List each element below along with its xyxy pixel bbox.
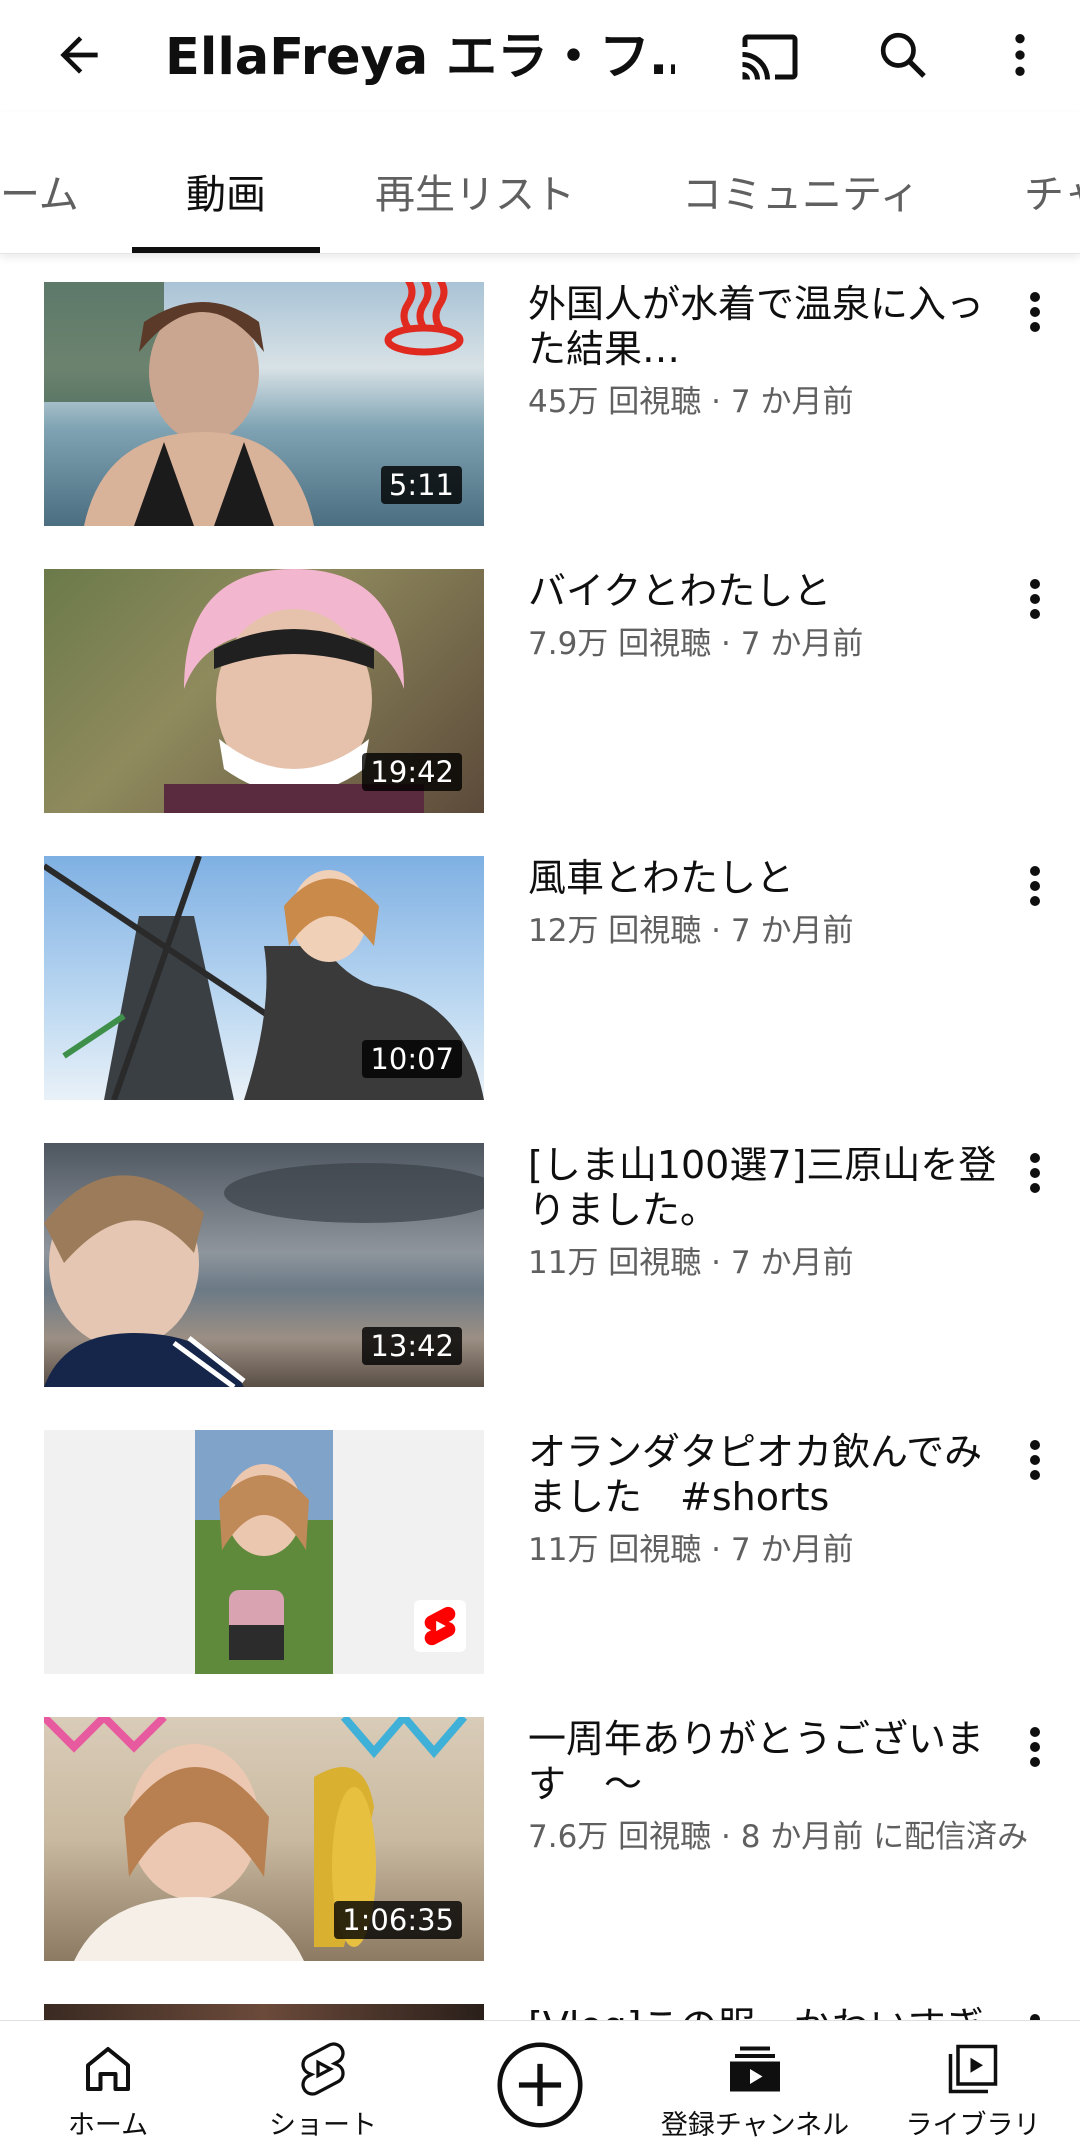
shorts-badge-icon bbox=[424, 1606, 456, 1646]
search-button[interactable] bbox=[868, 20, 938, 90]
back-button[interactable] bbox=[44, 20, 114, 90]
active-tab-indicator bbox=[132, 247, 320, 253]
library-icon bbox=[948, 2044, 998, 2094]
video-list: 5:11 外国人が水着で温泉に入った結果… 45万 回視聴 · 7 か月前 19… bbox=[0, 254, 1080, 2020]
video-item[interactable]: 19:42 バイクとわたしと 7.9万 回視聴 · 7 か月前 bbox=[0, 569, 1080, 814]
video-title[interactable]: [しま山100選7]三原山を登りました。 bbox=[528, 1143, 1008, 1233]
cast-button[interactable] bbox=[735, 22, 805, 92]
video-thumbnail[interactable]: 1:06:35 bbox=[44, 1717, 484, 1961]
top-app-bar: EllaFreya エラ・フ… bbox=[0, 0, 1080, 112]
video-duration: 13:42 bbox=[362, 1327, 462, 1365]
nav-home[interactable]: ホーム bbox=[48, 2021, 168, 2149]
more-vert-icon bbox=[1030, 292, 1040, 332]
nav-subscriptions-label: 登録チャンネル bbox=[660, 2110, 850, 2141]
video-meta: 7.6万 回視聴 · 8 か月前 に配信済み bbox=[528, 1819, 1029, 1855]
video-meta: 11万 回視聴 · 7 か月前 bbox=[528, 1245, 854, 1281]
nav-shorts[interactable]: ショート bbox=[258, 2021, 388, 2149]
video-item[interactable]: 5:11 外国人が水着で温泉に入った結果… 45万 回視聴 · 7 か月前 bbox=[0, 282, 1080, 527]
video-more-button[interactable] bbox=[1020, 1430, 1050, 1490]
video-meta: 7.9万 回視聴 · 7 か月前 bbox=[528, 626, 864, 662]
video-meta: 45万 回視聴 · 7 か月前 bbox=[528, 384, 854, 420]
video-thumbnail[interactable]: 19:42 bbox=[44, 569, 484, 813]
arrow-left-icon bbox=[60, 36, 98, 74]
subscriptions-icon bbox=[730, 2046, 780, 2092]
more-options-button[interactable] bbox=[985, 20, 1055, 90]
video-more-button[interactable] bbox=[1020, 2004, 1050, 2020]
video-item[interactable]: 10:07 風車とわたしと 12万 回視聴 · 7 か月前 bbox=[0, 856, 1080, 1101]
video-more-button[interactable] bbox=[1020, 1717, 1050, 1777]
cast-icon bbox=[742, 34, 798, 80]
video-item[interactable]: オランダタピオカ飲んでみました #shorts 11万 回視聴 · 7 か月前 bbox=[0, 1430, 1080, 1675]
tab-community[interactable]: コミュニティ bbox=[682, 162, 920, 220]
more-vert-icon bbox=[1030, 1153, 1040, 1193]
video-title[interactable]: 風車とわたしと bbox=[528, 856, 1008, 901]
video-thumbnail[interactable]: 13:42 bbox=[44, 1143, 484, 1387]
tab-playlists[interactable]: 再生リスト bbox=[375, 162, 575, 220]
more-vert-icon bbox=[1030, 1727, 1040, 1767]
tab-channels[interactable]: チャ bbox=[1024, 162, 1080, 220]
video-item[interactable]: 13:42 [しま山100選7]三原山を登りました。 11万 回視聴 · 7 か… bbox=[0, 1143, 1080, 1388]
nav-create[interactable] bbox=[490, 2021, 590, 2149]
nav-library-label: ライブラリ bbox=[905, 2110, 1041, 2141]
more-vert-icon bbox=[1030, 866, 1040, 906]
shorts-icon bbox=[301, 2042, 345, 2096]
tab-videos[interactable]: 動画 bbox=[186, 162, 266, 220]
video-title[interactable]: 外国人が水着で温泉に入った結果… bbox=[528, 282, 1008, 372]
home-icon bbox=[86, 2047, 130, 2091]
video-more-button[interactable] bbox=[1020, 569, 1050, 629]
nav-library[interactable]: ライブラリ bbox=[898, 2021, 1048, 2149]
video-thumbnail[interactable]: 10:07 bbox=[44, 856, 484, 1100]
more-vert-icon bbox=[1030, 579, 1040, 619]
channel-title: EllaFreya エラ・フ… bbox=[165, 28, 675, 87]
video-more-button[interactable] bbox=[1020, 1143, 1050, 1203]
bottom-navigation: ホーム ショート 登録チャンネル ライブラリ bbox=[0, 2020, 1080, 2149]
video-title[interactable]: 一周年ありがとうございます 〜 bbox=[528, 1717, 1008, 1807]
video-duration: 19:42 bbox=[362, 753, 462, 791]
video-title[interactable]: バイクとわたしと bbox=[528, 569, 1008, 614]
video-thumbnail[interactable]: 5:11 bbox=[44, 282, 484, 526]
nav-home-label: ホーム bbox=[67, 2110, 149, 2141]
video-more-button[interactable] bbox=[1020, 856, 1050, 916]
video-duration: 10:07 bbox=[362, 1040, 462, 1078]
video-duration: 1:06:35 bbox=[334, 1901, 462, 1939]
nav-subscriptions[interactable]: 登録チャンネル bbox=[655, 2021, 855, 2149]
video-thumbnail[interactable] bbox=[44, 1430, 484, 1674]
more-vert-icon bbox=[1030, 2014, 1040, 2020]
video-item[interactable]: 1:06:35 一周年ありがとうございます 〜 7.6万 回視聴 · 8 か月前… bbox=[0, 1717, 1080, 1962]
app-root: EllaFreya エラ・フ… ーム 動画 再生リスト コミュニティ チャ bbox=[0, 0, 1080, 2149]
more-vert-icon bbox=[1015, 34, 1025, 76]
more-vert-icon bbox=[1030, 1440, 1040, 1480]
create-plus-icon bbox=[497, 2042, 583, 2128]
video-meta: 12万 回視聴 · 7 か月前 bbox=[528, 913, 854, 949]
video-title[interactable]: [Vlog]この服、かわいすぎ bbox=[528, 2004, 1008, 2020]
video-meta: 11万 回視聴 · 7 か月前 bbox=[528, 1532, 854, 1568]
video-item[interactable]: [Vlog]この服、かわいすぎ bbox=[0, 2004, 1080, 2020]
video-thumbnail[interactable] bbox=[44, 2004, 484, 2020]
search-icon bbox=[880, 32, 926, 78]
video-more-button[interactable] bbox=[1020, 282, 1050, 342]
tab-home[interactable]: ーム bbox=[0, 162, 79, 220]
video-title[interactable]: オランダタピオカ飲んでみました #shorts bbox=[528, 1430, 1008, 1520]
nav-shorts-label: ショート bbox=[269, 2110, 377, 2141]
video-duration: 5:11 bbox=[380, 466, 462, 504]
channel-tabs: ーム 動画 再生リスト コミュニティ チャ bbox=[0, 112, 1080, 254]
